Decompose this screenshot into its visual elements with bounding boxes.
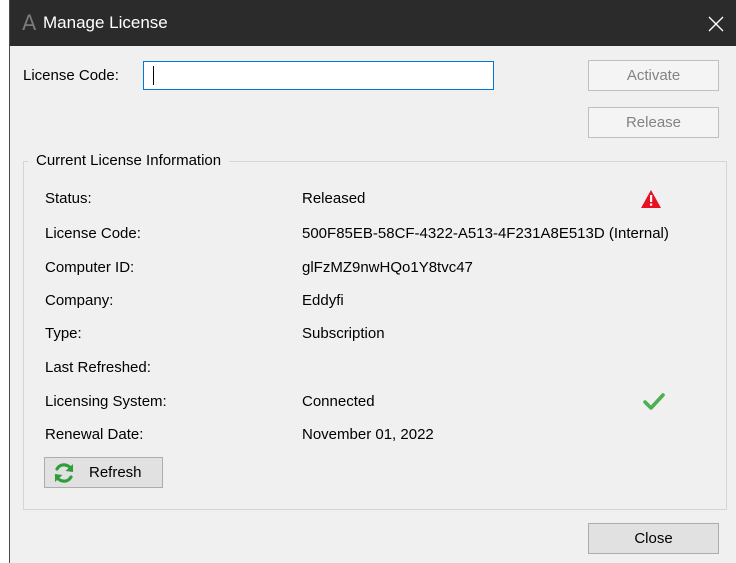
licensing-system-value: Connected <box>302 393 375 410</box>
info-row-last-refreshed: Last Refreshed: <box>45 358 725 380</box>
window-title: Manage License <box>43 13 168 32</box>
current-license-title: Current License Information <box>28 152 230 170</box>
close-window-button[interactable] <box>698 4 734 42</box>
type-value: Subscription <box>302 325 385 342</box>
last-refreshed-label: Last Refreshed: <box>45 359 151 376</box>
info-row-licensing-system: Licensing System: Connected <box>45 392 725 414</box>
license-code-info-label: License Code: <box>45 225 141 242</box>
close-icon <box>708 16 724 32</box>
status-value: Released <box>302 190 366 207</box>
company-label: Company: <box>45 292 114 309</box>
licensing-system-label: Licensing System: <box>45 393 167 410</box>
license-code-input[interactable] <box>143 61 494 90</box>
release-button[interactable]: Release <box>588 107 719 138</box>
license-code-info-value: 500F85EB-58CF-4322-A513-4F231A8E513D (In… <box>302 225 669 242</box>
renewal-date-value: November 01, 2022 <box>302 426 434 443</box>
info-row-company: Company: Eddyfi <box>45 291 725 313</box>
activate-button[interactable]: Activate <box>588 60 719 91</box>
app-logo-icon: A <box>22 11 37 35</box>
refresh-label: Refresh <box>89 464 142 481</box>
info-row-status: Status: Released <box>45 189 725 211</box>
warning-icon <box>641 190 661 208</box>
title-bar: A Manage License <box>10 0 736 46</box>
text-caret <box>153 66 154 85</box>
refresh-button[interactable]: Refresh <box>44 457 163 488</box>
type-label: Type: <box>45 325 82 342</box>
manage-license-dialog: A Manage License License Code: Activate … <box>9 0 736 563</box>
status-label: Status: <box>45 190 92 207</box>
close-button[interactable]: Close <box>588 523 719 554</box>
info-row-computer-id: Computer ID: glFzMZ9nwHQo1Y8tvc47 <box>45 258 725 280</box>
computer-id-label: Computer ID: <box>45 259 135 276</box>
renewal-date-label: Renewal Date: <box>45 426 144 443</box>
info-row-renewal-date: Renewal Date: November 01, 2022 <box>45 425 725 447</box>
info-row-type: Type: Subscription <box>45 324 725 346</box>
license-code-label: License Code: <box>23 67 119 84</box>
company-value: Eddyfi <box>302 292 344 309</box>
computer-id-value: glFzMZ9nwHQo1Y8tvc47 <box>302 259 473 276</box>
refresh-icon <box>54 463 74 483</box>
info-row-license-code: License Code: 500F85EB-58CF-4322-A513-4F… <box>45 224 725 246</box>
checkmark-icon <box>643 393 665 410</box>
